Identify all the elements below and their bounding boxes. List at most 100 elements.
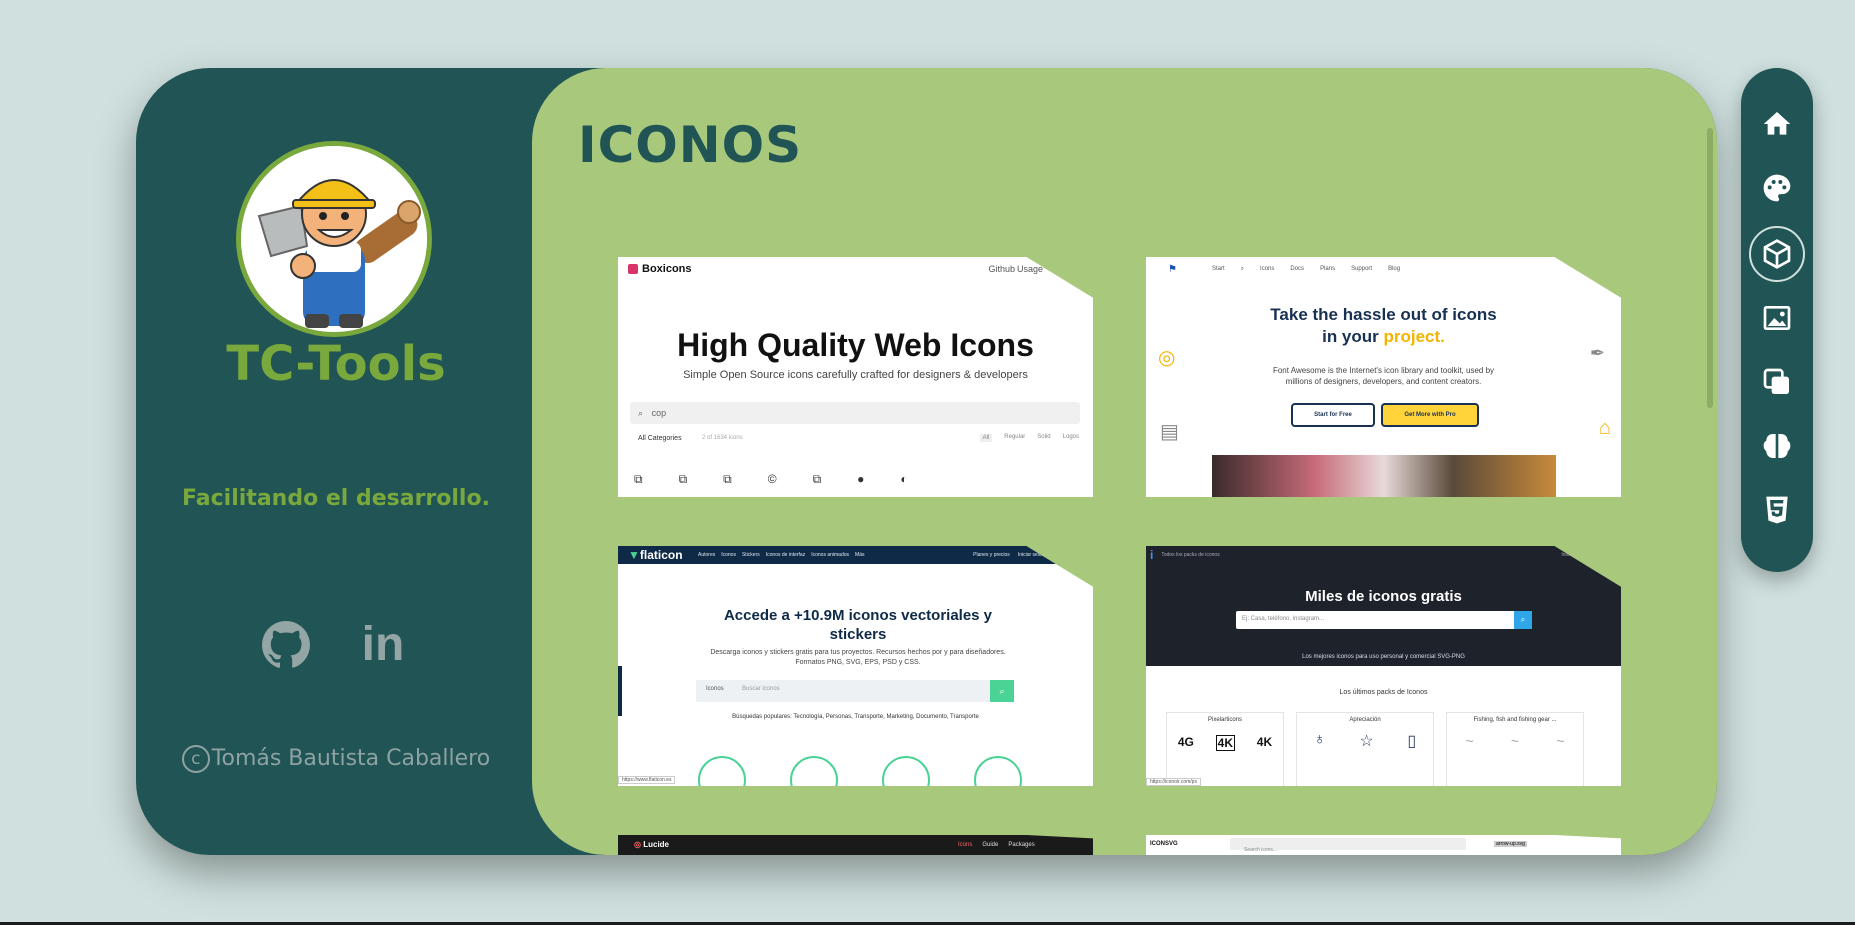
copyright-icon: c xyxy=(181,745,210,773)
category-icon[interactable] xyxy=(974,756,1022,786)
fa-nav-plans[interactable]: Plans xyxy=(1320,266,1335,273)
category-icon[interactable] xyxy=(698,756,746,786)
fish-icon: ~ xyxy=(1556,733,1565,749)
nav-css-button[interactable] xyxy=(1751,484,1803,536)
fa-start-free-button[interactable]: Start for Free xyxy=(1291,403,1375,427)
star-icon: ☆ xyxy=(1359,733,1374,750)
boxicons-subtitle: Simple Open Source icons carefully craft… xyxy=(683,369,1028,381)
fa-nav-icons[interactable]: Icons xyxy=(1260,266,1274,273)
fa-nav-blog[interactable]: Blog xyxy=(1388,266,1400,273)
fa-nav-start[interactable]: Start xyxy=(1212,266,1225,273)
boxicons-category-filter[interactable]: All Categories xyxy=(638,435,682,442)
flaticon-popular: Búsquedas populares: Tecnología, Persona… xyxy=(732,714,979,720)
nav-images-button[interactable] xyxy=(1751,292,1803,344)
iconos-search[interactable]: Ej: Casa, teléfono, instagram... ⌕ xyxy=(1236,611,1532,629)
author-name: Tomás Bautista Caballero xyxy=(211,746,491,771)
copyright-icon[interactable]: © xyxy=(768,472,777,487)
search-icon[interactable]: ⌕ xyxy=(1514,611,1532,629)
pin-icon[interactable]: ● xyxy=(857,472,864,487)
category-icon[interactable] xyxy=(882,756,930,786)
flaticon-nav-autores[interactable]: Autores xyxy=(698,552,715,558)
fish-icon: ~ xyxy=(1465,733,1474,749)
flaticon-nav-login[interactable]: Iniciar sesión xyxy=(1018,552,1047,558)
flaticon-card[interactable]: ▼flaticon Autores Iconos Stickers Iconos… xyxy=(618,546,1093,786)
fa-nav-support[interactable]: Support xyxy=(1351,266,1372,273)
lucide-nav-packages[interactable]: Packages xyxy=(1008,842,1034,848)
fontawesome-navbar: ⚑ Start ⌕ Icons Docs Plans Support Blog xyxy=(1146,257,1621,281)
iconsvg-card[interactable]: ICONSVG Search icons... arrow-up.svg xyxy=(1146,835,1621,855)
linkedin-link[interactable]: in xyxy=(358,620,408,670)
nav-palette-button[interactable] xyxy=(1751,162,1803,214)
github-icon xyxy=(262,621,310,668)
boxicons-search[interactable]: ⌕ cop xyxy=(630,402,1080,424)
logo-icon: i xyxy=(1150,548,1154,562)
boxicons-tab-all[interactable]: All xyxy=(979,434,993,442)
nav-brain-button[interactable] xyxy=(1751,420,1803,472)
tagline: Facilitando el desarrollo. xyxy=(182,486,490,511)
flaticon-nav-iconos[interactable]: Iconos xyxy=(721,552,736,558)
pack-card[interactable]: Fishing, fish and fishing gear ... ~ ~ ~ xyxy=(1446,712,1584,786)
boxicons-headline: High Quality Web Icons xyxy=(677,327,1034,363)
copy-icon[interactable]: ⧉ xyxy=(679,472,688,487)
copy-icon[interactable]: ⧉ xyxy=(813,472,822,487)
flaticon-nav-interfaz[interactable]: Iconos de interfaz xyxy=(766,552,805,558)
flaticon-nav-mas[interactable]: Más xyxy=(855,552,864,558)
search-icon[interactable]: ⌕ xyxy=(1241,266,1244,273)
github-link[interactable] xyxy=(261,620,311,670)
flaticon-navbar: ▼flaticon Autores Iconos Stickers Iconos… xyxy=(618,546,1093,564)
flaticon-search-select[interactable]: Iconos xyxy=(706,686,724,692)
iconos-status-url: https://iconoir.com/ps xyxy=(1146,778,1201,786)
copy-icon[interactable]: ⧉ xyxy=(723,472,732,487)
search-icon[interactable]: ⌕ xyxy=(990,680,1014,702)
boxicons-icon-grid: ⧉ ⧉ ⧉ © ⧉ ● ◐ xyxy=(634,472,908,487)
iconsvg-search[interactable]: Search icons... xyxy=(1230,838,1466,853)
boxicons-card[interactable]: Boxicons Github Usage High Quality Web I… xyxy=(618,257,1093,497)
book-icon: ▤ xyxy=(1160,421,1179,443)
iconos-tagline: Los mejores iconos para uso personal y c… xyxy=(1302,654,1465,660)
flaticon-search[interactable]: Iconos Buscar iconos ⌕ xyxy=(696,680,1014,702)
boxicons-nav-usage[interactable]: Usage xyxy=(1017,264,1043,274)
copyleft-icon[interactable]: ◐ xyxy=(900,472,907,487)
fa-get-pro-button[interactable]: Get More with Pro xyxy=(1381,403,1479,427)
boxicons-count: 2 of 1634 icons xyxy=(702,435,743,441)
flaticon-search-placeholder: Buscar iconos xyxy=(742,686,780,692)
lucide-nav-icons[interactable]: Icons xyxy=(958,842,972,848)
pack-card[interactable]: Apreciación ♁ ☆ ▯ xyxy=(1296,712,1434,786)
nav-home-button[interactable] xyxy=(1751,98,1803,150)
iconos-gratis-card[interactable]: i Todos los packs de iconos Inicia Miles… xyxy=(1146,546,1621,786)
pack-card[interactable]: Pixelarticons 4G 4K 4K xyxy=(1166,712,1284,786)
nav-icons-button[interactable] xyxy=(1749,226,1805,282)
nav-copy-button[interactable] xyxy=(1751,356,1803,408)
boxicons-tabs: All Regular Solid Logos xyxy=(979,434,1079,442)
iconos-nav-login[interactable]: Inicia xyxy=(1561,552,1573,558)
fontawesome-card[interactable]: ⚑ Start ⌕ Icons Docs Plans Support Blog … xyxy=(1146,257,1621,497)
side-tab[interactable] xyxy=(618,666,622,716)
flaticon-nav-planes[interactable]: Planes y precios xyxy=(973,552,1010,558)
house-icon: ⌂ xyxy=(1598,417,1611,439)
flaticon-headline: Accede a +10.9M iconos vectoriales y sti… xyxy=(723,607,993,643)
flaticon-body: Descarga iconos y stickers gratis para t… xyxy=(710,649,1006,666)
flaticon-nav-animados[interactable]: Iconos animados xyxy=(811,552,849,558)
lucide-nav-guide[interactable]: Guide xyxy=(982,842,998,848)
lucide-card[interactable]: ◎ Lucide Icons Guide Packages xyxy=(618,835,1093,855)
boxicons-tab-regular[interactable]: Regular xyxy=(1004,434,1025,442)
flaticon-logo: ▼flaticon xyxy=(628,548,683,562)
copy-icon[interactable]: ⧉ xyxy=(634,472,643,487)
boxicons-nav-github[interactable]: Github xyxy=(988,264,1015,274)
category-icon[interactable] xyxy=(790,756,838,786)
brain-icon xyxy=(1763,434,1791,458)
palette-icon xyxy=(1763,174,1791,202)
fa-nav-docs[interactable]: Docs xyxy=(1290,266,1304,273)
boxicons-tab-logos[interactable]: Logos xyxy=(1063,434,1079,442)
main-card: TC-Tools Facilitando el desarrollo. in c… xyxy=(136,68,1717,855)
iconsvg-logo: ICONSVG xyxy=(1150,841,1178,847)
content-panel: ICONOS Boxicons Github Usage High Qualit… xyxy=(532,68,1717,855)
iconsvg-chip[interactable]: arrow-up.svg xyxy=(1494,841,1527,847)
flaticon-nav-stickers[interactable]: Stickers xyxy=(742,552,760,558)
profile-sidebar: TC-Tools Facilitando el desarrollo. in c… xyxy=(136,68,536,855)
pen-icon: ✒ xyxy=(1589,343,1605,363)
copy-icon xyxy=(1763,368,1789,394)
fa-headline-line2: in your project. xyxy=(1322,327,1445,346)
scrollbar[interactable] xyxy=(1707,128,1713,408)
boxicons-tab-solid[interactable]: Solid xyxy=(1037,434,1050,442)
